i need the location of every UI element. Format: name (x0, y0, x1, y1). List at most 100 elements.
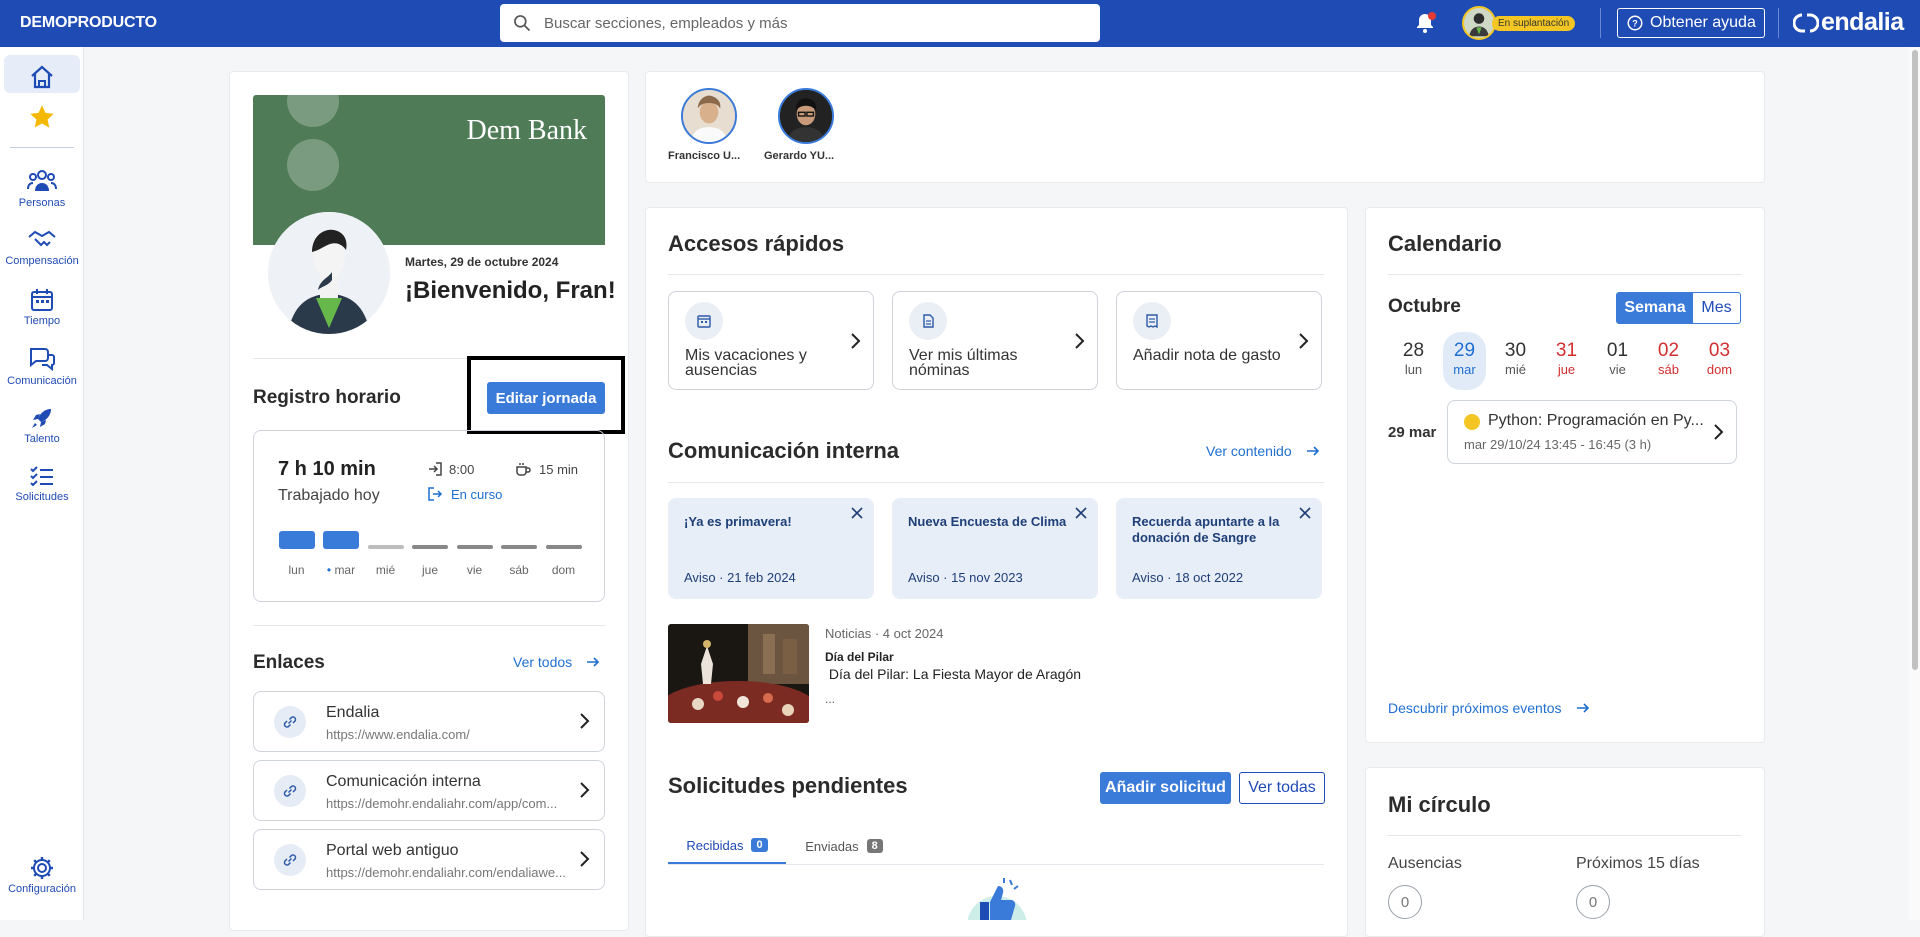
quick-access-expense[interactable]: Añadir nota de gasto (1116, 291, 1322, 390)
see-content-link[interactable]: Ver contenido (1206, 443, 1320, 459)
tab-sent[interactable]: Enviadas 8 (790, 828, 898, 864)
search-box[interactable] (500, 4, 1100, 42)
help-button[interactable]: ? Obtener ayuda (1617, 8, 1765, 38)
links-see-all[interactable]: Ver todos (513, 654, 600, 670)
close-icon[interactable] (850, 506, 864, 520)
endalia-logo: endalia (1793, 8, 1904, 37)
home-icon (31, 65, 53, 89)
sidebar-item-tiempo[interactable]: Tiempo (0, 287, 84, 327)
notice-meta: Aviso · 21 feb 2024 (684, 570, 796, 585)
sidebar-item-configuracion[interactable]: Configuración (0, 855, 84, 895)
arrow-right-icon (1306, 446, 1319, 456)
link-item[interactable]: Portal web antiguo https://demohr.endali… (253, 829, 605, 890)
chevron-right-icon (1075, 333, 1085, 349)
calendar-day[interactable]: 02 sáb (1643, 340, 1694, 390)
entry-time: 8:00 (427, 461, 474, 477)
scrollbar-thumb[interactable] (1912, 50, 1918, 670)
sidebar-item-home[interactable] (0, 63, 84, 93)
sidebar-item-comunicacion[interactable]: Comunicación (0, 345, 84, 387)
help-label: Obtener ayuda (1650, 14, 1756, 31)
chat-icon (30, 348, 55, 372)
status-in-progress[interactable]: En curso (427, 486, 502, 502)
document-icon (909, 302, 947, 340)
next-days-count[interactable]: 0 (1576, 885, 1610, 919)
sidebar-item-label: Configuración (8, 883, 76, 895)
close-icon[interactable] (1298, 506, 1312, 520)
day-dom[interactable]: dom (545, 531, 582, 577)
sidebar-item-compensacion[interactable]: Compensación (0, 227, 84, 267)
view-week-button[interactable]: Semana (1617, 293, 1693, 323)
receipt-icon (1133, 302, 1171, 340)
worked-time: 7 h 10 min (278, 458, 376, 480)
gear-icon (31, 857, 53, 879)
calendar-day-selected[interactable]: 29 mar (1443, 332, 1486, 390)
notice-card[interactable]: Recuerda apuntarte a la donación de Sang… (1116, 498, 1322, 599)
avatar[interactable] (778, 88, 834, 144)
notice-title: Recuerda apuntarte a la donación de Sang… (1132, 514, 1280, 545)
divider (1388, 274, 1742, 275)
search-input[interactable] (542, 13, 1082, 33)
week-days: lun • mar mié jue vie sáb dom (278, 531, 590, 577)
news-title[interactable]: Día del Pilar (825, 650, 894, 664)
day-lun[interactable]: lun (278, 531, 315, 577)
handshake-icon (28, 230, 56, 247)
day-vie[interactable]: vie (456, 531, 493, 577)
calendar-day[interactable]: 28 lun (1388, 340, 1439, 390)
break-time: 15 min (515, 461, 578, 477)
received-count-badge: 0 (751, 838, 768, 852)
link-url: https://demohr.endaliahr.com/app/com... (326, 796, 558, 811)
endalia-logo-icon (1793, 13, 1819, 32)
news-subtitle: Día del Pilar: La Fiesta Mayor de Aragón (825, 666, 1082, 682)
login-icon (429, 462, 442, 476)
next-days-label: Próximos 15 días (1576, 855, 1700, 872)
chevron-right-icon (580, 713, 590, 729)
edit-schedule-button[interactable]: Editar jornada (487, 382, 605, 414)
avatar[interactable] (681, 88, 737, 144)
thumbs-up-illustration-icon (962, 876, 1032, 920)
absences-count[interactable]: 0 (1388, 885, 1422, 919)
star-icon (30, 105, 54, 128)
day-mar[interactable]: • mar (323, 531, 360, 577)
calendar-day[interactable]: 31 jue (1541, 340, 1592, 390)
day-sab[interactable]: sáb (501, 531, 538, 577)
add-request-button[interactable]: Añadir solicitud (1100, 772, 1231, 804)
checklist-icon (30, 466, 53, 487)
see-all-requests-button[interactable]: Ver todas (1239, 772, 1325, 804)
notifications-button[interactable] (1413, 11, 1437, 35)
event-color-dot (1464, 414, 1480, 430)
sidebar-item-personas[interactable]: Personas (0, 167, 84, 209)
link-title: Portal web antiguo (326, 842, 459, 859)
news-image[interactable] (668, 624, 809, 723)
divider (1778, 8, 1779, 38)
event-card[interactable]: Python: Programación en Py... mar 29/10/… (1447, 400, 1737, 464)
link-item[interactable]: Endalia https://www.endalia.com/ (253, 691, 605, 752)
view-month-button[interactable]: Mes (1693, 293, 1740, 323)
chevron-right-icon (1299, 333, 1309, 349)
day-mie[interactable]: mié (367, 531, 404, 577)
notice-card[interactable]: Nueva Encuesta de Clima Aviso · 15 nov 2… (892, 498, 1098, 599)
sidebar-item-label: Comunicación (7, 375, 77, 387)
day-jue[interactable]: jue (412, 531, 449, 577)
tile-label: Añadir nota de gasto (1133, 347, 1281, 364)
quick-access-vacations[interactable]: Mis vacaciones y ausencias (668, 291, 874, 390)
discover-events-link[interactable]: Descubrir próximos eventos (1388, 700, 1590, 716)
sidebar-item-talento[interactable]: Talento (0, 405, 84, 445)
quick-access-payslips[interactable]: Ver mis últimas nóminas (892, 291, 1098, 390)
calendar-day[interactable]: 30 mié (1490, 340, 1541, 390)
calendar-day[interactable]: 01 vie (1592, 340, 1643, 390)
link-item[interactable]: Comunicación interna https://demohr.enda… (253, 760, 605, 821)
notice-card[interactable]: ¡Ya es primavera! Aviso · 21 feb 2024 (668, 498, 874, 599)
close-icon[interactable] (1074, 506, 1088, 520)
company-name[interactable]: DEMOPRODUCTO (20, 14, 157, 32)
link-icon (274, 706, 306, 738)
link-icon (274, 775, 306, 807)
pending-requests-title: Solicitudes pendientes (668, 773, 908, 798)
tab-received[interactable]: Recibidas 0 (668, 828, 786, 864)
user-avatar (268, 212, 390, 334)
company-logo: Dem Bank (466, 115, 587, 146)
sidebar-item-solicitudes[interactable]: Solicitudes (0, 463, 84, 503)
sidebar-item-favorites[interactable] (0, 103, 84, 133)
logout-icon (428, 487, 443, 501)
calendar-day[interactable]: 03 dom (1694, 340, 1745, 390)
impersonation-avatar[interactable]: En suplantación (1462, 6, 1576, 40)
